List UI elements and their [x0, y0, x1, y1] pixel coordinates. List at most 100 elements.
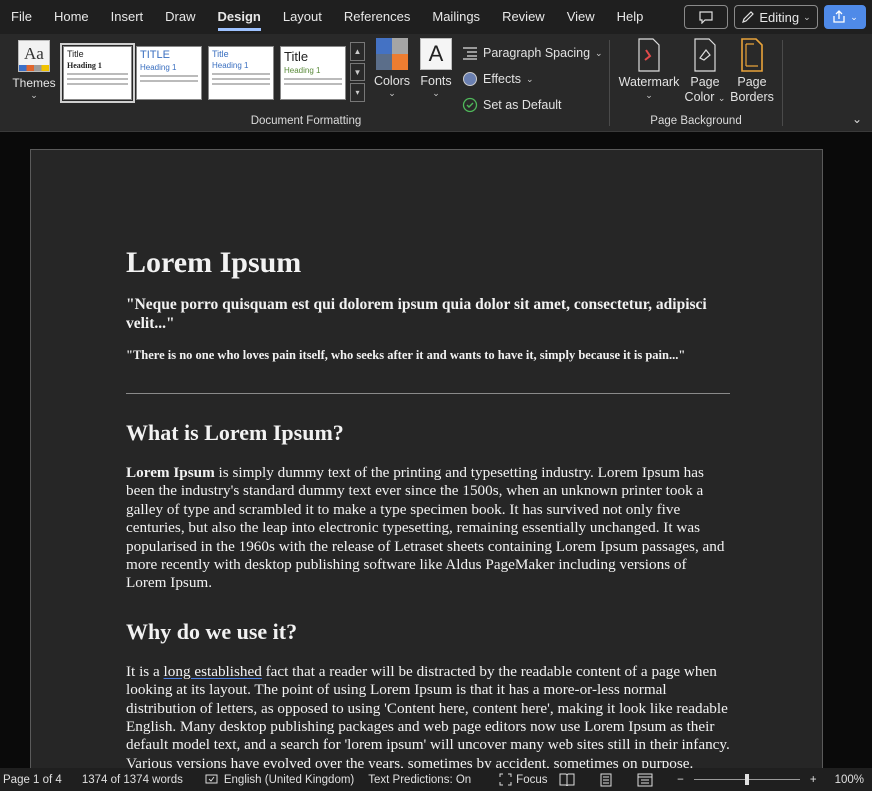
comment-icon — [699, 10, 713, 24]
page-borders-icon — [737, 38, 767, 72]
document-page[interactable]: Lorem Ipsum "Neque porro quisquam est qu… — [30, 149, 823, 768]
set-as-default-button[interactable]: Set as Default — [462, 92, 603, 118]
language-button[interactable]: English (United Kingdom) — [200, 774, 359, 786]
menu-bar: File Home Insert Draw Design Layout Refe… — [0, 0, 872, 34]
page-borders-label-line2: Borders — [730, 90, 774, 104]
watermark-label: Watermark — [618, 75, 680, 89]
word-count[interactable]: 1374 of 1374 words — [77, 774, 188, 786]
page-color-label-line2: Color ⌄ — [682, 90, 728, 106]
menu-layout[interactable]: Layout — [272, 0, 333, 34]
focus-icon — [499, 773, 512, 786]
doc-quote-latin: "Neque porro quisquam est qui dolorem ip… — [126, 296, 707, 332]
ribbon-separator — [782, 40, 783, 126]
watermark-icon — [634, 38, 664, 72]
zoom-in-button[interactable]: + — [810, 774, 817, 786]
style-title: Title — [284, 49, 309, 64]
page-color-label-text: Color — [684, 90, 715, 104]
group-label-page-background: Page Background — [650, 115, 742, 127]
doc-paragraph-1-bold: Lorem Ipsum — [126, 464, 215, 481]
menu-help[interactable]: Help — [606, 0, 655, 34]
view-and-zoom: − + 100% — [559, 768, 864, 791]
zoom-level[interactable]: 100% — [835, 774, 864, 786]
document-area: Lorem Ipsum "Neque porro quisquam est qu… — [0, 132, 872, 768]
zoom-slider[interactable] — [693, 774, 800, 785]
web-layout-icon[interactable] — [637, 773, 653, 787]
editing-mode-button[interactable]: Editing ⌄ — [734, 5, 818, 29]
text-predictions[interactable]: Text Predictions: On — [363, 774, 476, 786]
menu-design-label: Design — [217, 9, 261, 31]
document-content: Lorem Ipsum "Neque porro quisquam est qu… — [126, 245, 730, 768]
menu-view[interactable]: View — [556, 0, 606, 34]
pencil-icon — [742, 11, 755, 23]
style-set-3[interactable]: Title Heading 1 — [208, 46, 274, 100]
gallery-up-button[interactable]: ▲ — [350, 42, 365, 61]
colors-chevron-icon: ⌄ — [388, 88, 396, 98]
themes-button[interactable]: Aa Themes ⌄ — [8, 40, 60, 106]
ribbon: Aa Themes ⌄ Title Heading 1 TITLE Headin… — [0, 34, 872, 132]
style-heading: Heading 1 — [140, 63, 177, 72]
share-button[interactable]: ⌄ — [824, 5, 866, 29]
chevron-down-icon: ⌄ — [525, 73, 534, 84]
themes-chevron-icon: ⌄ — [30, 90, 38, 100]
proofing-icon — [205, 774, 218, 783]
doc-paragraph-2-start: It is a — [126, 662, 164, 680]
read-mode-icon[interactable] — [559, 773, 575, 786]
page-count[interactable]: Page 1 of 4 — [0, 774, 67, 786]
fonts-chevron-icon: ⌄ — [432, 88, 440, 98]
style-title: Title — [212, 49, 229, 59]
paragraph-spacing-label: Paragraph Spacing — [483, 46, 591, 60]
palette-icon — [376, 38, 408, 70]
gallery-more-button[interactable]: ▾ — [350, 83, 365, 103]
style-title: Title — [67, 49, 84, 59]
chevron-down-icon: ⌄ — [803, 11, 811, 22]
font-a-icon: A — [420, 38, 452, 70]
comments-button[interactable] — [684, 5, 728, 29]
menu-insert[interactable]: Insert — [100, 0, 155, 34]
doc-divider — [126, 393, 730, 394]
colors-button[interactable]: Colors ⌄ — [373, 38, 411, 99]
doc-paragraph-2-link[interactable]: long established — [164, 663, 262, 680]
doc-quote-english: "There is no one who loves pain itself, … — [126, 348, 686, 362]
menu-draw[interactable]: Draw — [154, 0, 206, 34]
ribbon-separator — [609, 40, 610, 126]
collapse-ribbon-icon[interactable]: ⌄ — [852, 112, 862, 126]
page-borders-label-line1: Page — [737, 75, 767, 89]
focus-label: Focus — [516, 773, 548, 786]
doc-paragraph-1: Lorem Ipsum is simply dummy text of the … — [126, 464, 730, 593]
language-label: English (United Kingdom) — [223, 773, 355, 786]
menu-home[interactable]: Home — [43, 0, 100, 34]
paragraph-spacing-icon — [462, 45, 478, 61]
share-icon — [833, 10, 845, 23]
style-set-4[interactable]: Title Heading 1 — [280, 46, 346, 100]
group-label-document-formatting: Document Formatting — [250, 115, 362, 127]
fonts-label: Fonts — [420, 74, 452, 88]
menu-references[interactable]: References — [333, 0, 421, 34]
gallery-down-button[interactable]: ▼ — [350, 62, 365, 82]
paragraph-spacing-button[interactable]: Paragraph Spacing ⌄ — [462, 40, 603, 66]
chevron-down-icon: ⌄ — [595, 47, 603, 58]
effects-button[interactable]: Effects ⌄ — [462, 66, 603, 92]
effects-icon — [462, 71, 478, 87]
menu-right-actions: Editing ⌄ ⌄ — [684, 5, 866, 29]
watermark-button[interactable]: Watermark ⌄ — [618, 38, 680, 101]
menu-review[interactable]: Review — [491, 0, 556, 34]
focus-button[interactable]: Focus — [494, 773, 552, 786]
style-set-2[interactable]: TITLE Heading 1 — [136, 46, 202, 100]
menu-design[interactable]: Design — [207, 0, 272, 34]
menu-mailings[interactable]: Mailings — [421, 0, 491, 34]
zoom-slider-thumb[interactable] — [744, 774, 749, 785]
effects-label: Effects — [483, 72, 521, 86]
page-color-label-line1: Page — [690, 75, 720, 89]
fonts-button[interactable]: A Fonts ⌄ — [417, 38, 455, 99]
chevron-down-icon: ⌄ — [645, 90, 653, 100]
style-set-1[interactable]: Title Heading 1 — [60, 43, 135, 103]
colors-label: Colors — [373, 74, 411, 88]
themes-icon: Aa — [18, 40, 50, 72]
page-borders-button[interactable]: Page Borders — [730, 38, 774, 105]
menu-file[interactable]: File — [0, 0, 43, 34]
zoom-out-button[interactable]: − — [677, 774, 684, 786]
print-layout-icon[interactable] — [599, 773, 613, 787]
themes-label: Themes — [12, 76, 56, 90]
doc-paragraph-1-text: is simply dummy text of the printing and… — [126, 464, 725, 592]
page-color-button[interactable]: Page Color ⌄ — [682, 38, 728, 106]
